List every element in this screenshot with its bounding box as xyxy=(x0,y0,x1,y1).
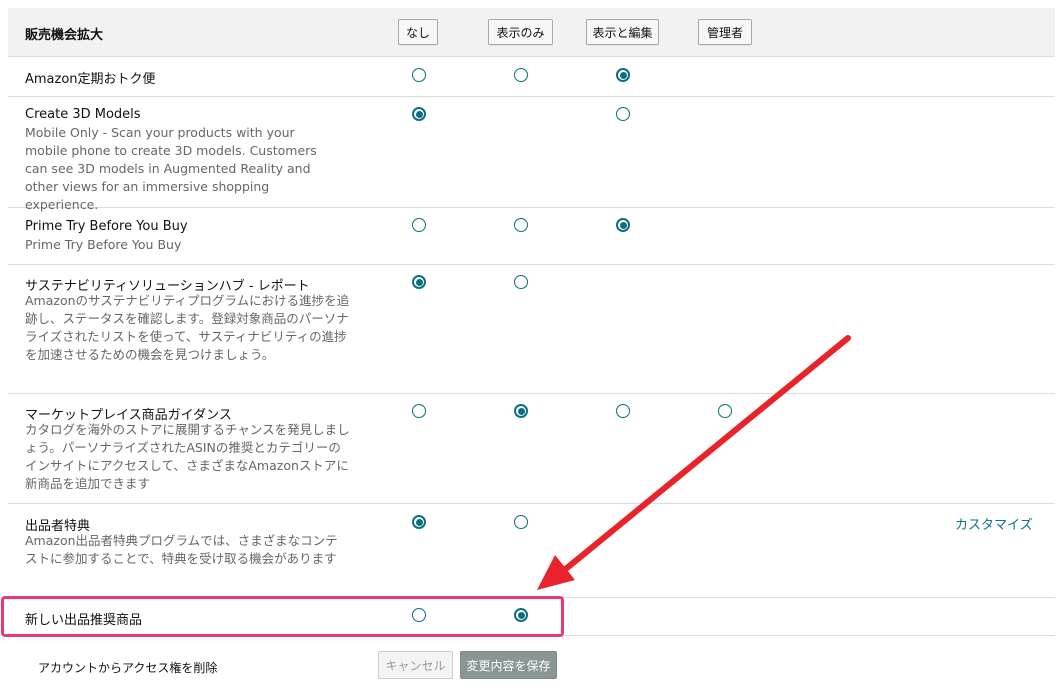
radio-view-only[interactable] xyxy=(514,275,528,289)
row-description: Mobile Only - Scan your products with yo… xyxy=(25,125,317,212)
cancel-button[interactable]: キャンセル xyxy=(378,651,453,679)
permissions-header: 販売機会拡大 なし 表示のみ 表示と編集 管理者 xyxy=(8,8,1055,57)
radio-view-only[interactable] xyxy=(514,68,528,82)
radio-view-edit[interactable] xyxy=(616,68,630,82)
row-title: Create 3D Models xyxy=(25,107,141,122)
radio-none[interactable] xyxy=(412,107,426,121)
permission-row-subscribe-save: Amazon定期おトク便 xyxy=(8,57,1055,97)
radio-none[interactable] xyxy=(412,275,426,289)
radio-none[interactable] xyxy=(412,218,426,232)
column-view-edit-button[interactable]: 表示と編集 xyxy=(586,19,659,45)
customize-link[interactable]: カスタマイズ xyxy=(955,514,1033,533)
permission-row-marketplace-guidance: マーケットプレイス商品ガイダンス カタログを海外のストアに展開するチャンスを発見… xyxy=(8,394,1055,504)
radio-view-edit[interactable] xyxy=(616,218,630,232)
section-title: 販売機会拡大 xyxy=(25,28,104,43)
row-description: Amazon出品者特典プログラムでは、さまざまなコンテストに参加することで、特典… xyxy=(25,533,338,566)
save-changes-button[interactable]: 変更内容を保存 xyxy=(460,651,557,679)
permission-row-seller-rewards: 出品者特典 Amazon出品者特典プログラムでは、さまざまなコンテストに参加する… xyxy=(8,504,1055,598)
remove-access-link[interactable]: アカウントからアクセス権を削除 xyxy=(38,659,217,676)
row-title: Amazon定期おトク便 xyxy=(25,72,156,87)
radio-none[interactable] xyxy=(412,515,426,529)
radio-view-only[interactable] xyxy=(514,404,528,418)
radio-view-only[interactable] xyxy=(514,218,528,232)
row-description: Amazonのサステナビリティプログラムにおける進捗を追跡し、ステータスを確認し… xyxy=(25,293,350,362)
column-none-button[interactable]: なし xyxy=(398,19,438,45)
radio-view-edit[interactable] xyxy=(616,404,630,418)
column-view-only-button[interactable]: 表示のみ xyxy=(488,19,553,45)
row-title: Prime Try Before You Buy xyxy=(25,219,188,234)
column-admin-button[interactable]: 管理者 xyxy=(698,19,752,45)
radio-view-only[interactable] xyxy=(514,515,528,529)
radio-none[interactable] xyxy=(412,404,426,418)
radio-admin[interactable] xyxy=(718,404,732,418)
highlight-box-annotation xyxy=(1,596,564,637)
radio-view-edit[interactable] xyxy=(616,107,630,121)
footer-actions: アカウントからアクセス権を削除 キャンセル 変更内容を保存 xyxy=(8,636,1055,692)
radio-none[interactable] xyxy=(412,68,426,82)
row-description: カタログを海外のストアに展開するチャンスを発見しましょう。パーソナライズされたA… xyxy=(25,422,350,491)
row-description: Prime Try Before You Buy xyxy=(25,237,182,252)
permission-row-prime-try: Prime Try Before You Buy Prime Try Befor… xyxy=(8,208,1055,265)
permission-row-sustainability-hub: サステナビリティソリューションハブ - レポート Amazonのサステナビリティ… xyxy=(8,265,1055,394)
permission-row-3d-models: Create 3D Models Mobile Only - Scan your… xyxy=(8,97,1055,212)
